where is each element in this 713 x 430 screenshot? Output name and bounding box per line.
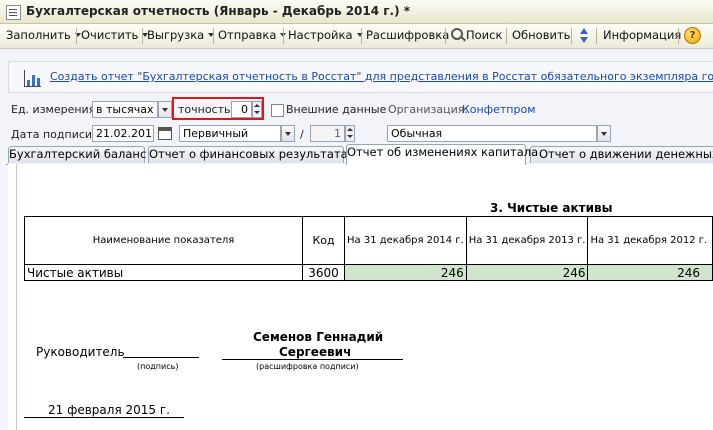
sheet-margin-line [16,164,17,430]
report-tabs: Бухгалтерский баланс Отчет о финансовых … [6,144,713,165]
row-value-2013[interactable]: 246 [465,264,589,281]
external-data-label: Внешние данные [286,103,387,116]
organization-link[interactable]: Конфетпром [462,103,536,116]
report-window: Бухгалтерская отчетность (Январь - Декаб… [0,0,713,430]
unit-label: Ед. измерения: [11,103,100,116]
title-bar: Бухгалтерская отчетность (Январь - Декаб… [0,0,713,24]
sign-date-text: 21 февраля 2015 г. [48,403,170,417]
correction-spinner[interactable] [345,125,355,142]
row-name: Чистые активы [23,264,304,281]
toolbar: Заполнить Очистить Выгрузка Отправка Нас… [0,24,713,49]
organization-label: Организация: [388,103,469,116]
signature-line [123,357,199,358]
report-kind-dropdown-button[interactable] [281,125,295,142]
toolbar-separator [213,28,214,44]
slash-separator: / [300,128,304,141]
report-kind-select[interactable]: Первичный [179,125,281,142]
toolbar-separator [361,28,362,44]
signature-caption: (подпись) [137,362,179,371]
toolbar-separator [445,28,446,44]
unit-dropdown-button[interactable] [158,101,172,118]
info-button[interactable]: Информация [603,28,681,42]
toolbar-separator [283,28,284,44]
precision-highlight [172,97,264,120]
tab-financial-results[interactable]: Отчет о финансовых результатах [148,146,354,163]
table-header-row: Наименование показателя Код На 31 декабр… [23,216,713,265]
tab-balance[interactable]: Бухгалтерский баланс [8,146,146,163]
toolbar-separator [142,28,143,44]
send-label: Отправка [218,28,277,42]
head-name-line2: Сергеевич [279,345,352,359]
toolbar-separator [506,28,507,44]
header-code: Код [302,216,345,265]
settings-label: Настройка [288,28,353,42]
section-title: 3. Чистые активы [490,201,613,215]
chart-icon [24,70,41,87]
row-value-2014[interactable]: 246 [344,264,467,281]
date-line [24,417,184,418]
toolbar-separator [596,28,597,44]
export-label: Выгрузка [147,28,205,42]
sort-icon[interactable] [578,28,590,44]
help-icon[interactable]: ? [684,27,701,44]
create-rosstat-report-link[interactable]: Создать отчет "Бухгалтерская отчетность … [50,70,713,83]
toolbar-separator [571,28,572,44]
row-code: 3600 [302,264,345,281]
mode-select[interactable]: Обычная [387,125,597,142]
toolbar-separator [678,28,679,44]
search-icon [451,28,463,40]
decode-button[interactable]: Расшифровка [366,28,449,42]
header-name: Наименование показателя [23,216,304,265]
net-assets-table: Наименование показателя Код На 31 декабр… [23,216,713,281]
head-name-line1: Семенов Геннадий [253,330,384,344]
row-value-2012[interactable]: 246 [587,264,713,281]
tab-cash-flow[interactable]: Отчет о движении денежных средств [530,146,713,163]
header-2012: На 31 декабря 2012 г. [587,216,713,265]
fill-label: Заполнить [6,28,71,42]
sign-date-label: Дата подписи: [11,128,96,141]
clear-button[interactable]: Очистить [81,28,149,42]
decode-caption: (расшифровка подписи) [256,362,359,371]
calendar-icon[interactable] [158,127,172,140]
tab-capital-changes[interactable]: Отчет об изменениях капитала [346,144,538,165]
clear-label: Очистить [81,28,139,42]
unit-select[interactable]: в тысячах р [92,101,158,118]
search-label: Поиск [466,28,503,42]
correction-number-input[interactable]: 1 [310,125,345,142]
report-sheet: 3. Чистые активы Наименование показателя… [8,164,713,430]
toolbar-separator [76,28,77,44]
mode-dropdown-button[interactable] [597,125,611,142]
head-label: Руководитель [36,345,125,359]
window-title: Бухгалтерская отчетность (Январь - Декаб… [26,4,411,18]
info-banner: Создать отчет "Бухгалтерская отчетность … [8,61,713,93]
header-2013: На 31 декабря 2013 г. [465,216,589,265]
refresh-button[interactable]: Обновить [512,28,570,42]
fill-button[interactable]: Заполнить [6,28,81,42]
table-row: Чистые активы 3600 246 246 246 [23,264,713,281]
search-button[interactable]: Поиск [451,28,502,42]
export-button[interactable]: Выгрузка [147,28,215,42]
header-2014: На 31 декабря 2014 г. [344,216,467,265]
send-button[interactable]: Отправка [218,28,287,42]
settings-button[interactable]: Настройка [288,28,363,42]
document-icon [6,5,21,20]
decode-line [222,359,403,360]
sign-date-input[interactable]: 21.02.2015 [92,125,154,142]
external-data-checkbox[interactable] [271,104,284,117]
